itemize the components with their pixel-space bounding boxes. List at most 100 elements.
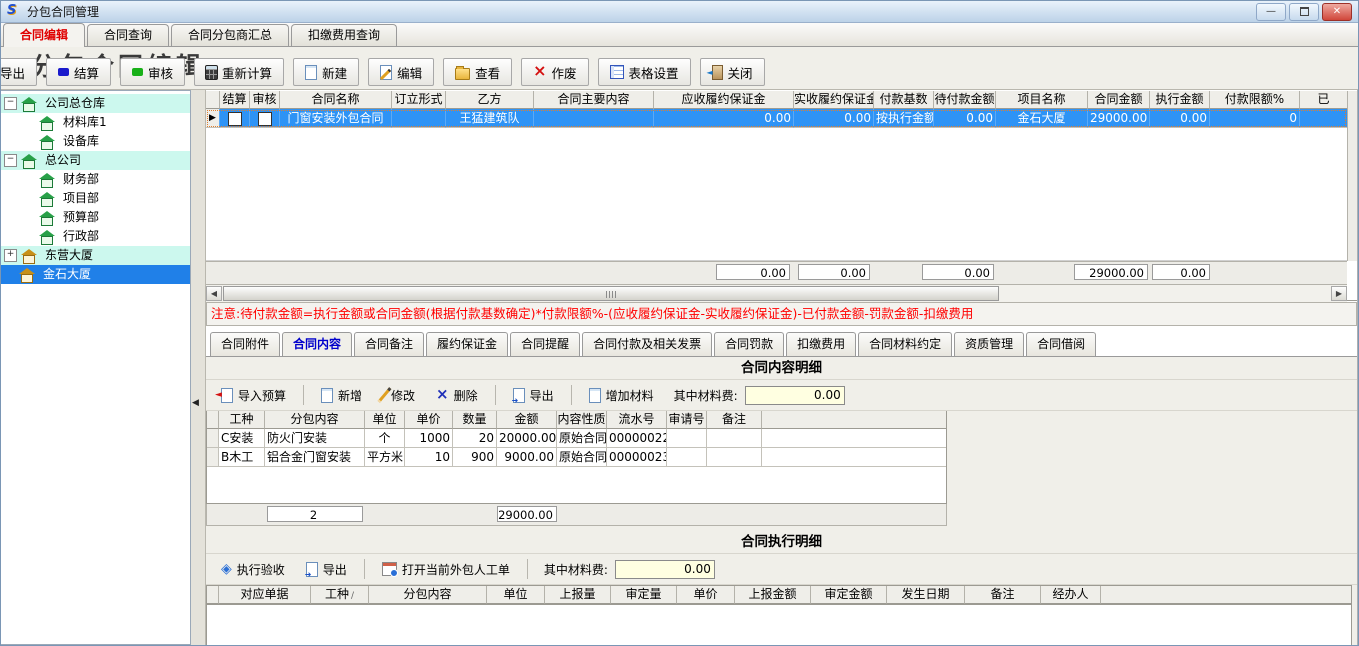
export-detail-button[interactable]: 导出: [506, 383, 561, 408]
col-content-nature[interactable]: 内容性质: [557, 411, 607, 429]
exec-material-fee-input[interactable]: [615, 560, 715, 579]
vertical-scrollbar[interactable]: [1347, 91, 1357, 261]
tab-material-agreement[interactable]: 合同材料约定: [858, 332, 952, 356]
col-executed-amount[interactable]: 执行金额: [1150, 91, 1210, 109]
tree-node-dongying-tower[interactable]: +东营大厦: [1, 246, 190, 265]
content-row-1[interactable]: C安装 防火门安装 个 1000 20 20000.00 原始合同 000000…: [207, 429, 946, 448]
tab-performance-deposit[interactable]: 履约保证金: [426, 332, 508, 356]
tree-node-admin-dept[interactable]: 行政部: [1, 227, 190, 246]
col-serial-no[interactable]: 流水号: [607, 411, 667, 429]
col-main-content[interactable]: 合同主要内容: [534, 91, 654, 109]
modify-row-button[interactable]: 修改: [376, 382, 422, 408]
collapse-icon[interactable]: −: [4, 154, 17, 167]
col-amount[interactable]: 金额: [497, 411, 557, 429]
col-unit-price[interactable]: 单价: [405, 411, 453, 429]
col-settle[interactable]: 结算: [220, 91, 250, 109]
col-approved-amount[interactable]: 审定金额: [811, 586, 887, 604]
tab-contract-query[interactable]: 合同查询: [87, 24, 169, 46]
table-settings-button[interactable]: 表格设置: [598, 58, 691, 86]
close-button[interactable]: ✕: [1322, 3, 1352, 21]
collapse-panel-icon[interactable]: ◀: [192, 398, 199, 408]
add-material-button[interactable]: 增加材料: [582, 383, 661, 408]
tab-withholding-fee[interactable]: 扣缴费用: [786, 332, 856, 356]
exec-acceptance-button[interactable]: 执行验收: [214, 557, 292, 582]
recalculate-button[interactable]: 重新计算: [194, 58, 284, 86]
tab-subcontractor-summary[interactable]: 合同分包商汇总: [171, 24, 289, 46]
collapse-icon[interactable]: −: [4, 97, 17, 110]
audit-checkbox[interactable]: [258, 112, 272, 126]
col-subcontract-content[interactable]: 分包内容: [265, 411, 365, 429]
content-row-2[interactable]: B木工 铝合金门窗安装 平方米 10 900 9000.00 原始合同 0000…: [207, 448, 946, 467]
void-button[interactable]: 作废: [521, 58, 588, 86]
tree-splitter[interactable]: ◀: [191, 90, 206, 645]
col-request-no[interactable]: 审请号: [667, 411, 707, 429]
tree-node-material-store1[interactable]: 材料库1: [1, 113, 190, 132]
delete-row-button[interactable]: 删除: [429, 383, 485, 408]
settle-checkbox[interactable]: [228, 112, 242, 126]
tab-qualification[interactable]: 资质管理: [954, 332, 1024, 356]
tree-node-company-warehouse[interactable]: −公司总仓库: [1, 94, 190, 113]
col-source-doc[interactable]: 对应单据: [219, 586, 311, 604]
col-party-b[interactable]: 乙方: [446, 91, 534, 109]
tab-contract-penalty[interactable]: 合同罚款: [714, 332, 784, 356]
tab-withholding-fee-query[interactable]: 扣缴费用查询: [291, 24, 397, 46]
col-payment-limit[interactable]: 付款限额%: [1210, 91, 1300, 109]
col-receivable-deposit[interactable]: 应收履约保证金: [654, 91, 794, 109]
settle-button[interactable]: 结算: [46, 58, 111, 86]
tree-node-budget-dept[interactable]: 预算部: [1, 208, 190, 227]
col-quantity[interactable]: 数量: [453, 411, 497, 429]
tree-node-jinshi-tower[interactable]: 金石大厦: [1, 265, 190, 284]
col-clipped[interactable]: 已: [1300, 91, 1347, 109]
tab-payment-invoice[interactable]: 合同付款及相关发票: [582, 332, 712, 356]
col-form[interactable]: 订立形式: [392, 91, 446, 109]
tab-contract-reminder[interactable]: 合同提醒: [510, 332, 580, 356]
horizontal-scrollbar[interactable]: ◀ ▶: [206, 284, 1347, 302]
col-remark[interactable]: 备注: [707, 411, 762, 429]
col-reported-qty[interactable]: 上报量: [545, 586, 611, 604]
col-unit-price[interactable]: 单价: [677, 586, 735, 604]
add-row-button[interactable]: 新增: [314, 383, 369, 408]
scrollbar-thumb[interactable]: [223, 286, 999, 301]
col-remark[interactable]: 备注: [965, 586, 1041, 604]
col-approved-qty[interactable]: 审定量: [611, 586, 677, 604]
tree-node-project-dept[interactable]: 项目部: [1, 189, 190, 208]
close-form-button[interactable]: 关闭: [700, 58, 765, 86]
col-unit[interactable]: 单位: [487, 586, 545, 604]
contract-row-selected[interactable]: ▶ 门窗安装外包合同 王猛建筑队 0.00 0.00 按执行金额 0.00 金石…: [206, 109, 1347, 128]
scroll-right-icon[interactable]: ▶: [1331, 286, 1347, 301]
col-unit[interactable]: 单位: [365, 411, 405, 429]
expand-icon[interactable]: +: [4, 249, 17, 262]
exec-export-button[interactable]: 导出: [299, 557, 354, 582]
col-reported-amount[interactable]: 上报金额: [735, 586, 811, 604]
tab-contract-content[interactable]: 合同内容: [282, 332, 352, 356]
col-work-type-sorted[interactable]: 工种∕: [311, 586, 369, 604]
col-occur-date[interactable]: 发生日期: [887, 586, 965, 604]
col-work-type[interactable]: 工种: [219, 411, 265, 429]
material-fee-input[interactable]: [745, 386, 845, 405]
tab-contract-remark[interactable]: 合同备注: [354, 332, 424, 356]
col-payment-base[interactable]: 付款基数: [874, 91, 934, 109]
new-button[interactable]: 新建: [293, 58, 359, 86]
export-button[interactable]: 导出: [0, 58, 37, 86]
col-audit[interactable]: 审核: [250, 91, 280, 109]
edit-button[interactable]: 编辑: [368, 58, 434, 86]
col-handler[interactable]: 经办人: [1041, 586, 1101, 604]
audit-button[interactable]: 审核: [120, 58, 185, 86]
tab-contract-edit[interactable]: 合同编辑: [3, 23, 85, 47]
col-pending-payment[interactable]: 待付款金额: [934, 91, 996, 109]
import-budget-button[interactable]: 导入预算: [214, 383, 293, 408]
tree-node-equipment-store[interactable]: 设备库: [1, 132, 190, 151]
tab-contract-borrow[interactable]: 合同借阅: [1026, 332, 1096, 356]
tab-contract-attachment[interactable]: 合同附件: [210, 332, 280, 356]
tree-node-finance-dept[interactable]: 财务部: [1, 170, 190, 189]
scroll-left-icon[interactable]: ◀: [206, 286, 222, 301]
col-project-name[interactable]: 项目名称: [996, 91, 1088, 109]
view-button[interactable]: 查看: [443, 58, 512, 86]
col-contract-amount[interactable]: 合同金额: [1088, 91, 1150, 109]
col-received-deposit[interactable]: 实收履约保证金: [794, 91, 874, 109]
col-subcontract-content[interactable]: 分包内容: [369, 586, 487, 604]
tree-node-head-office[interactable]: −总公司: [1, 151, 190, 170]
col-contract-name[interactable]: 合同名称: [280, 91, 392, 109]
maximize-button[interactable]: [1289, 3, 1319, 21]
minimize-button[interactable]: —: [1256, 3, 1286, 21]
